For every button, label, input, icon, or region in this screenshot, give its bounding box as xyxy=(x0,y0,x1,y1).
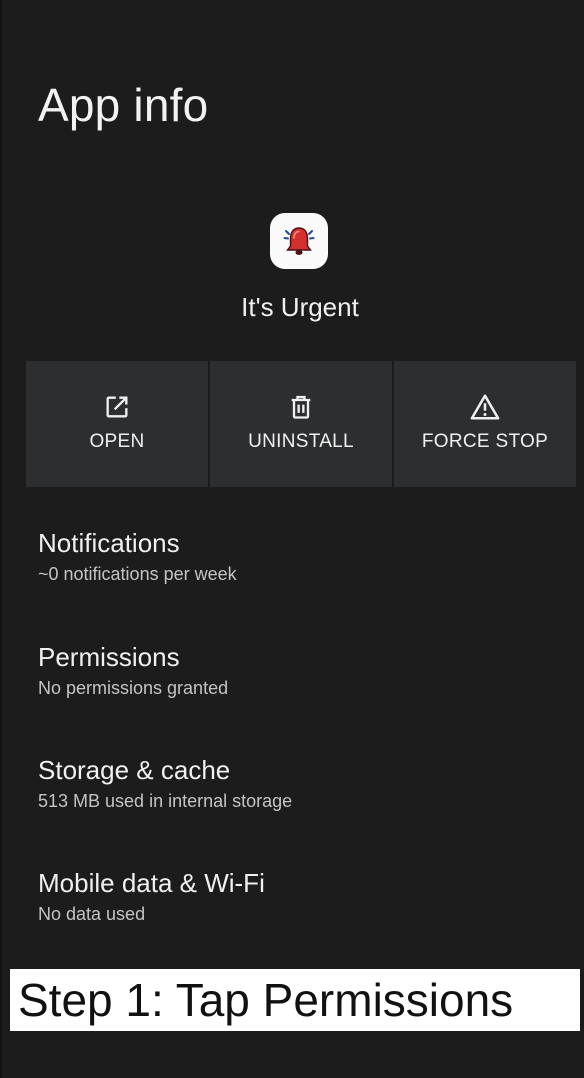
force-stop-button[interactable]: FORCE STOP xyxy=(394,361,576,487)
uninstall-label: UNINSTALL xyxy=(248,431,354,452)
tutorial-caption: Step 1: Tap Permissions xyxy=(10,969,580,1031)
open-external-icon xyxy=(103,391,131,423)
setting-summary: ~0 notifications per week xyxy=(38,564,237,584)
setting-storage-cache[interactable]: Storage & cache 513 MB used in internal … xyxy=(38,754,292,813)
app-info-screen: App info It's Urgent OPEN UNINSTALL FORC… xyxy=(0,0,584,1078)
app-name: It's Urgent xyxy=(241,292,359,322)
uninstall-button[interactable]: UNINSTALL xyxy=(210,361,392,487)
setting-title: Storage & cache xyxy=(38,755,231,785)
screen-edge xyxy=(0,0,2,1078)
open-button[interactable]: OPEN xyxy=(26,361,208,487)
setting-mobile-data-wifi[interactable]: Mobile data & Wi-Fi No data used xyxy=(38,867,265,926)
setting-summary: No data used xyxy=(38,904,146,924)
force-stop-label: FORCE STOP xyxy=(421,431,549,452)
setting-summary: No permissions granted xyxy=(38,678,229,698)
setting-title: Permissions xyxy=(38,642,180,672)
page-title: App info xyxy=(38,79,209,131)
setting-title: Mobile data & Wi-Fi xyxy=(38,868,265,898)
warning-icon xyxy=(470,391,500,423)
app-icon xyxy=(270,213,328,269)
setting-title: Notifications xyxy=(38,528,180,558)
setting-notifications[interactable]: Notifications ~0 notifications per week xyxy=(38,527,237,586)
trash-icon xyxy=(287,391,315,423)
setting-summary: 513 MB used in internal storage xyxy=(38,791,293,811)
setting-permissions[interactable]: Permissions No permissions granted xyxy=(38,641,228,700)
open-label: OPEN xyxy=(89,431,145,452)
alarm-bell-icon xyxy=(283,227,315,255)
action-bar: OPEN UNINSTALL FORCE STOP xyxy=(26,361,576,487)
